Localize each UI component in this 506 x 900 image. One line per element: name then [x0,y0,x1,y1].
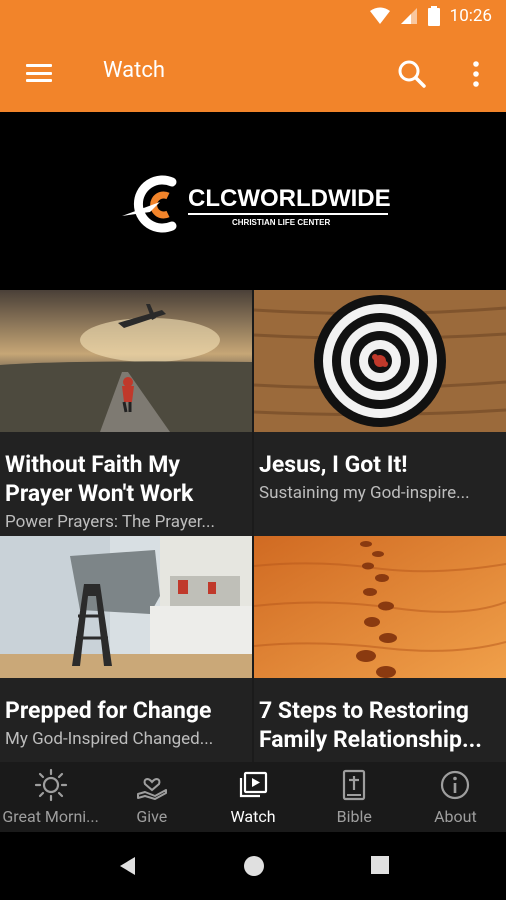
video-series: Sustaining my God-inspire... [259,483,470,503]
logo-subtext: CHRISTIAN LIFE CENTER [232,218,330,227]
nav-item-bible[interactable]: Bible [304,762,405,832]
app-bar: Watch [0,36,506,112]
card-text: Prepped for Change My God-Inspired Chang… [5,696,249,752]
video-title: Prepped for Change [5,697,212,724]
system-navigation-bar [0,832,506,900]
status-bar: 10:26 [0,0,506,36]
nav-label: Give [136,807,168,826]
video-series: Power Prayers: The Prayer... [5,512,215,532]
wifi-icon [369,7,390,24]
give-hand-icon [135,768,169,802]
cellular-signal-icon [400,8,417,24]
nav-label: About [434,807,477,826]
battery-icon [427,6,440,26]
nav-label: Watch [230,807,276,826]
bible-icon [337,768,371,802]
search-button[interactable] [396,58,428,90]
home-icon[interactable] [243,855,265,877]
video-thumbnail [0,536,252,678]
clc-worldwide-logo: CLCWORLDWIDE CHRISTIAN LIFE CENTER [122,175,390,233]
video-thumbnail [0,290,252,432]
search-icon [398,60,426,88]
sun-icon [34,768,68,802]
video-library-icon [236,768,270,802]
page-title: Watch [103,58,165,83]
video-card[interactable]: Jesus, I Got It! Sustaining my God-inspi… [254,290,506,536]
video-card[interactable]: Prepped for Change My God-Inspired Chang… [0,536,252,782]
info-icon [438,768,472,802]
video-series: My God-Inspired Changed... [5,729,214,749]
video-title: Without Faith My Prayer Won't Work [5,451,194,507]
menu-icon-line [26,64,52,67]
status-icons: 10:26 [369,6,492,26]
overflow-menu-button[interactable] [462,58,490,90]
menu-icon-line [26,79,52,82]
more-vert-icon [473,61,479,87]
recents-icon[interactable] [370,855,390,875]
nav-label: Great Morni... [2,807,99,826]
video-grid: Without Faith My Prayer Won't Work Power… [0,290,506,782]
nav-item-great-morning[interactable]: Great Morni... [0,762,101,832]
video-card[interactable]: Without Faith My Prayer Won't Work Power… [0,290,252,536]
video-card[interactable]: 7 Steps to Restoring Family Relationship… [254,536,506,782]
video-title: 7 Steps to Restoring Family Relationship… [259,697,482,753]
menu-button[interactable] [22,58,56,88]
nav-item-give[interactable]: Give [101,762,202,832]
nav-item-watch[interactable]: Watch [202,762,303,832]
bottom-navigation: Great Morni... Give Watch Bible About [0,762,506,832]
video-title: Jesus, I Got It! [259,451,408,478]
card-text: Jesus, I Got It! Sustaining my God-inspi… [259,450,503,506]
video-thumbnail [254,536,506,678]
nav-item-about[interactable]: About [405,762,506,832]
video-thumbnail [254,290,506,432]
menu-icon-line [26,71,52,75]
card-text: 7 Steps to Restoring Family Relationship… [259,696,503,754]
nav-label: Bible [336,807,372,826]
featured-banner[interactable]: CLCWORLDWIDE CHRISTIAN LIFE CENTER [0,112,506,290]
back-icon[interactable] [117,855,137,877]
card-text: Without Faith My Prayer Won't Work Power… [5,450,249,535]
logo-text: CLCWORLDWIDE [188,185,390,212]
status-time: 10:26 [449,6,492,26]
